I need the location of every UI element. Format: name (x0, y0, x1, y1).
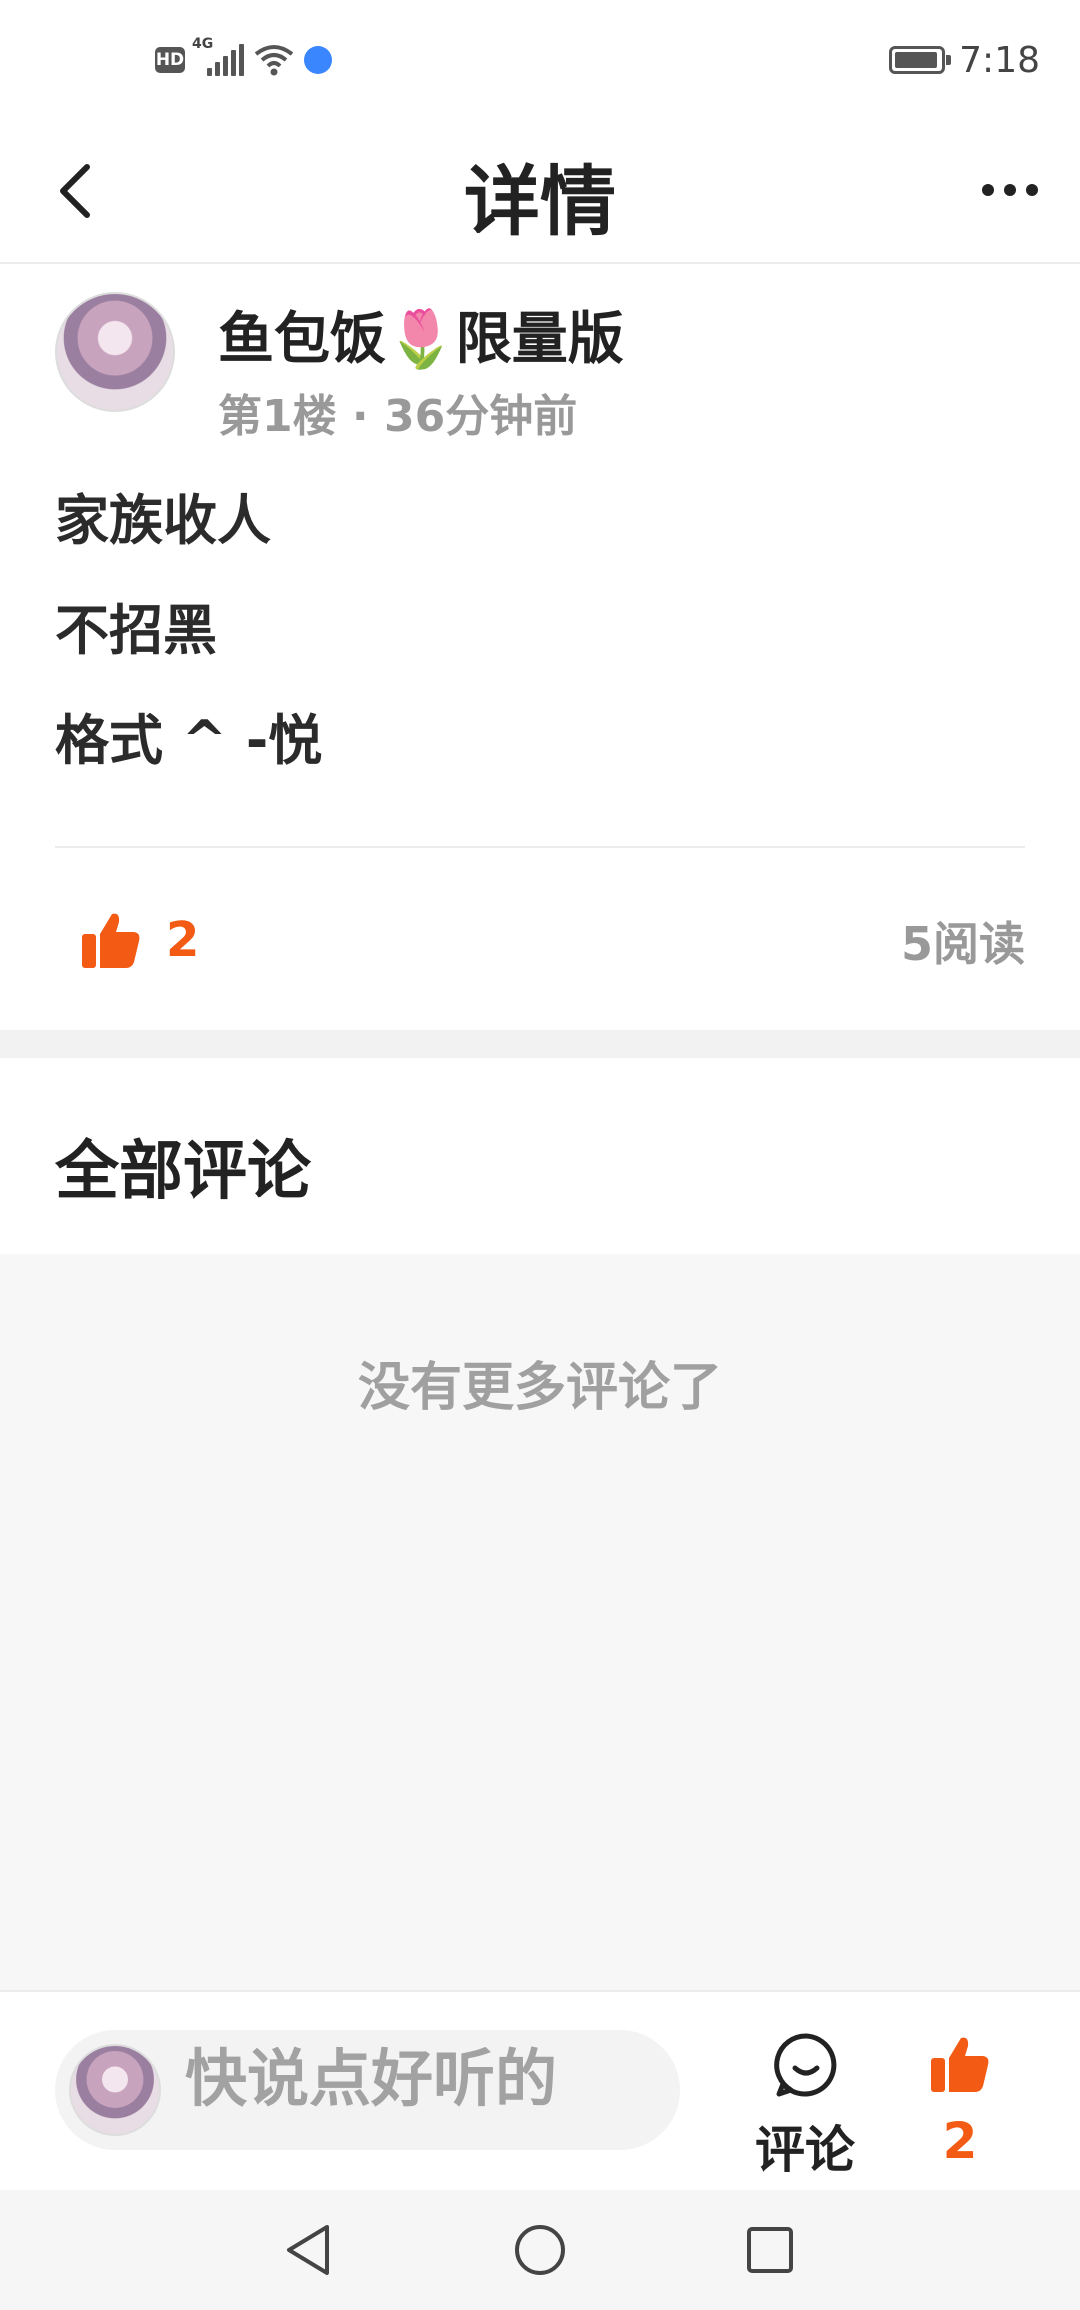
post-text-line: 格式 ^ -悦 (55, 709, 323, 772)
comments-section-title: 全部评论 (55, 1135, 311, 1209)
top-nav-bar: 详情 (0, 120, 1080, 264)
clock-time: 7:18 (959, 39, 1040, 81)
circle-home-icon (515, 2225, 565, 2275)
square-recents-icon (747, 2227, 793, 2273)
post-meta: 第1楼 · 36分钟前 (218, 391, 578, 442)
tulip-emoji: 🌷 (386, 307, 456, 372)
browser-globe-icon (304, 46, 332, 74)
author-name-suffix: 限量版 (455, 307, 624, 372)
post-text-line: 家族收人 (55, 489, 271, 552)
read-count: 5阅读 (900, 917, 1025, 971)
author-avatar[interactable] (55, 292, 175, 412)
hd-badge: HD (155, 47, 185, 73)
no-more-comments-text: 没有更多评论了 (357, 1358, 722, 1418)
more-dots-icon (982, 184, 994, 196)
triangle-back-icon (287, 2225, 329, 2275)
comment-input-placeholder: 快说点好听的 (185, 2042, 558, 2115)
system-nav-bar (0, 2190, 1080, 2310)
wifi-icon (254, 44, 294, 76)
battery-level-fill (895, 52, 938, 68)
comment-button-label: 评论 (755, 2121, 855, 2179)
author-name-text: 鱼包饭 (218, 307, 386, 372)
user-avatar (69, 2044, 161, 2136)
battery-icon (889, 46, 952, 74)
thumbs-up-icon (931, 2037, 989, 2092)
post-like-button[interactable]: 2 (80, 900, 199, 980)
bottom-like-count: 2 (942, 2112, 978, 2170)
nav-recents-button[interactable] (740, 2220, 800, 2280)
network-type-label: 4G (192, 36, 214, 52)
status-icons-right: 7:18 (889, 36, 1040, 84)
bottom-like-button[interactable]: 2 (915, 2030, 1005, 2170)
nav-home-button[interactable] (510, 2220, 570, 2280)
divider (55, 846, 1025, 848)
section-separator (0, 1030, 1080, 1058)
like-count: 2 (166, 912, 200, 968)
comment-input[interactable]: 快说点好听的 (55, 2030, 680, 2150)
thumbs-up-icon (82, 913, 140, 968)
nav-back-button[interactable] (278, 2220, 338, 2280)
page-title: 详情 (464, 157, 616, 246)
more-options-button[interactable] (970, 160, 1050, 220)
comment-bubble-icon (774, 2033, 837, 2097)
comment-button[interactable]: 评论 (745, 2030, 865, 2179)
author-name[interactable]: 鱼包饭🌷限量版 (218, 294, 624, 375)
status-bar: HD 4G 7:18 (0, 0, 1080, 120)
post-text-line: 不招黑 (55, 599, 217, 662)
status-icons-left: HD 4G (155, 36, 332, 80)
cellular-signal-icon: 4G (192, 36, 244, 76)
